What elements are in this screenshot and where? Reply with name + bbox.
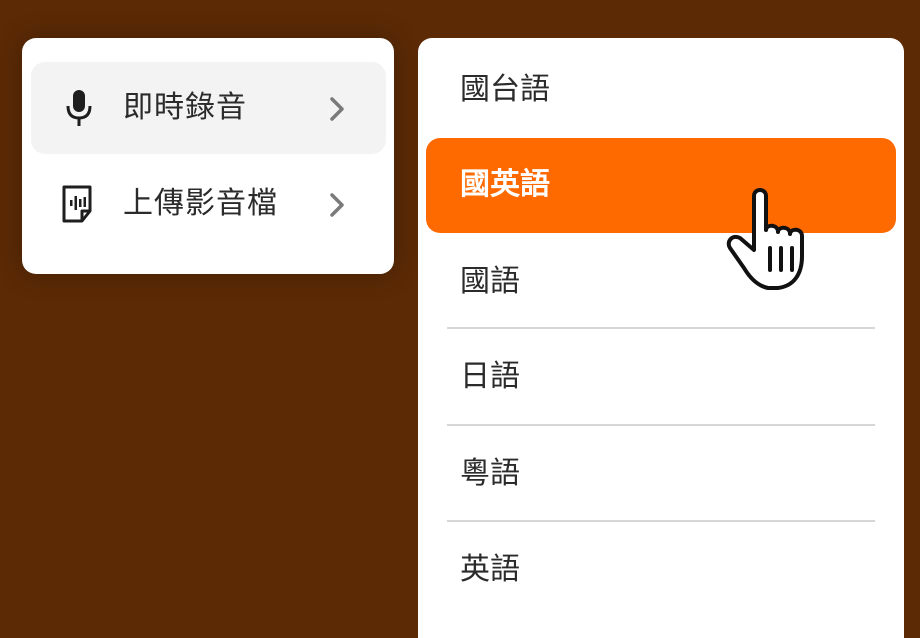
menu-item-label: 上傳影音檔: [123, 186, 278, 221]
menu-item-label: 即時錄音: [123, 90, 247, 125]
divider: [447, 520, 875, 522]
microphone-icon: [66, 90, 92, 126]
language-option-mandarin[interactable]: 國語: [426, 235, 896, 330]
language-option-label: 日語: [460, 359, 520, 394]
language-option-japanese[interactable]: 日語: [426, 330, 896, 425]
recording-source-menu: 即時錄音 上傳影音檔: [22, 38, 394, 274]
menu-item-live-recording[interactable]: 即時錄音: [31, 62, 386, 154]
menu-item-upload-media[interactable]: 上傳影音檔: [31, 158, 386, 250]
audio-file-icon: [62, 185, 92, 223]
divider: [447, 327, 875, 329]
language-option-label: 國英語: [460, 167, 550, 202]
chevron-right-icon: [330, 97, 344, 121]
language-option-mandarin-taiwanese[interactable]: 國台語: [426, 43, 896, 138]
language-option-label: 國台語: [460, 72, 550, 107]
language-option-label: 粵語: [460, 456, 520, 491]
language-submenu: 國台語 國英語 國語 日語 粵語 英語: [418, 38, 904, 638]
divider: [447, 424, 875, 426]
language-option-cantonese[interactable]: 粵語: [426, 427, 896, 522]
language-option-label: 國語: [460, 264, 520, 299]
language-option-mandarin-english[interactable]: 國英語: [426, 138, 896, 233]
chevron-right-icon: [330, 193, 344, 217]
language-option-english[interactable]: 英語: [426, 523, 896, 618]
language-option-label: 英語: [460, 552, 520, 587]
